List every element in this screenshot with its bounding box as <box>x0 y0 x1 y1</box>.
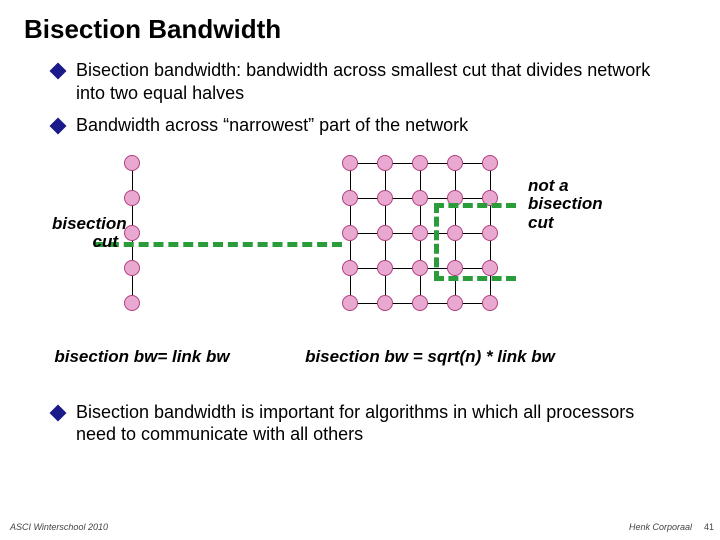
node <box>447 295 463 311</box>
bullet-item: Bisection bandwidth: bandwidth across sm… <box>52 59 668 104</box>
bullet-text: Bandwidth across “narrowest” part of the… <box>76 114 668 137</box>
node <box>412 295 428 311</box>
slide-title: Bisection Bandwidth <box>0 0 720 45</box>
node <box>377 225 393 241</box>
node <box>482 295 498 311</box>
node <box>342 225 358 241</box>
node <box>342 155 358 171</box>
node <box>412 155 428 171</box>
node <box>124 155 140 171</box>
node <box>412 190 428 206</box>
node <box>124 190 140 206</box>
not-bisection-cut-box <box>434 203 516 281</box>
bullet-list-bottom: Bisection bandwidth is important for alg… <box>0 397 720 446</box>
node <box>377 295 393 311</box>
node <box>124 295 140 311</box>
node <box>412 225 428 241</box>
node <box>377 260 393 276</box>
diamond-bullet-icon <box>50 118 67 135</box>
diamond-bullet-icon <box>50 63 67 80</box>
bisection-cut-line <box>94 242 342 247</box>
node <box>342 190 358 206</box>
node <box>377 190 393 206</box>
node <box>482 155 498 171</box>
node <box>377 155 393 171</box>
node <box>124 260 140 276</box>
bullet-item: Bisection bandwidth is important for alg… <box>52 401 668 446</box>
node <box>412 260 428 276</box>
diagram-area: bisection cut bisection bw= link bw <box>52 147 668 397</box>
bullet-list-top: Bisection bandwidth: bandwidth across sm… <box>0 45 720 137</box>
page-number: 41 <box>704 522 714 532</box>
node <box>342 295 358 311</box>
not-bisection-cut-label: not a bisection cut <box>528 177 628 233</box>
bullet-item: Bandwidth across “narrowest” part of the… <box>52 114 668 137</box>
node <box>342 260 358 276</box>
footer-left: ASCI Winterschool 2010 <box>10 522 108 532</box>
bisection-cut-label: bisection cut <box>52 215 118 252</box>
right-caption: bisection bw = sqrt(n) * link bw <box>300 347 560 367</box>
left-caption: bisection bw= link bw <box>32 347 252 367</box>
bullet-text: Bisection bandwidth is important for alg… <box>76 401 668 446</box>
footer-right: Henk Corporaal <box>629 522 692 532</box>
bullet-text: Bisection bandwidth: bandwidth across sm… <box>76 59 668 104</box>
diamond-bullet-icon <box>50 404 67 421</box>
node <box>447 155 463 171</box>
